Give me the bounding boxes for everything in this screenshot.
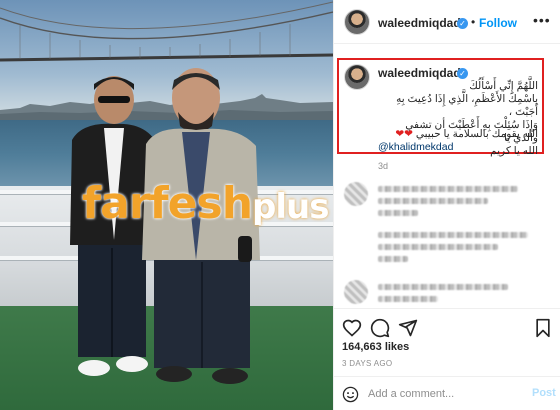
- blurred-text: [378, 210, 418, 216]
- author-avatar[interactable]: [344, 9, 370, 35]
- post-photo[interactable]: farfeshplus: [0, 0, 333, 410]
- smiley-icon[interactable]: [342, 386, 359, 403]
- share-icon[interactable]: [398, 318, 418, 338]
- blurred-text: [378, 232, 528, 238]
- add-comment-bar: Post: [334, 376, 560, 410]
- person-right: [142, 68, 260, 384]
- heart-icon[interactable]: [342, 318, 362, 338]
- blurred-avatar: [344, 182, 368, 206]
- verified-badge-icon: ✓: [457, 68, 468, 79]
- verified-badge-icon: ✓: [457, 18, 468, 29]
- caption-line: اللَّهُمَّ إِنِّي أَسْأَلُكَ: [469, 80, 538, 92]
- comment-input[interactable]: [368, 386, 518, 402]
- red-hearts-emoji: ❤❤: [395, 128, 413, 140]
- follow-button[interactable]: Follow: [479, 16, 517, 30]
- header-separator: •: [471, 15, 476, 29]
- post-timestamp[interactable]: 3 DAYS AGO: [342, 359, 392, 368]
- blurred-text: [378, 256, 408, 262]
- author-username[interactable]: waleedmiqdad: [378, 16, 461, 30]
- blurred-text: [378, 198, 488, 204]
- watermark-main: farfesh: [82, 178, 253, 229]
- comment-icon[interactable]: [370, 318, 390, 338]
- mention-link[interactable]: @khalidmekdad: [378, 141, 453, 153]
- post-side-panel: waleedmiqdad ✓ • Follow ••• waleedmiqdad…: [333, 0, 560, 410]
- blurred-text: [378, 296, 438, 302]
- blurred-text: [378, 284, 508, 290]
- caption-wish-text: الله يقومك بالسلامة يا حبيبي: [415, 128, 538, 140]
- comment-item-blurred: [334, 180, 560, 220]
- more-options-icon[interactable]: •••: [533, 12, 551, 28]
- bookmark-icon[interactable]: [533, 318, 553, 338]
- comment-item-blurred: [334, 280, 560, 306]
- watermark-suffix: plus: [252, 187, 329, 227]
- caption-age[interactable]: 3d: [378, 161, 388, 171]
- blurred-avatar: [344, 280, 368, 304]
- action-bar: [334, 308, 560, 344]
- caption-author-avatar[interactable]: [344, 64, 370, 90]
- post-header: waleedmiqdad ✓ • Follow •••: [334, 0, 560, 44]
- caption-line: بِاسْمِكَ الأَعْظَمِ، الَّذِي إِذَا دُعِ…: [396, 93, 538, 118]
- caption-author-username[interactable]: waleedmiqdad: [378, 66, 461, 80]
- blurred-text: [378, 244, 498, 250]
- post-comment-button[interactable]: Post: [532, 387, 556, 399]
- comment-item-blurred: [334, 228, 560, 264]
- likes-count[interactable]: 164,663 likes: [342, 341, 409, 353]
- farfeshplus-watermark: farfeshplus: [82, 178, 329, 229]
- caption-wish-line: الله يقومك بالسلامة يا حبيبي ❤❤: [378, 128, 538, 141]
- blurred-text: [378, 186, 518, 192]
